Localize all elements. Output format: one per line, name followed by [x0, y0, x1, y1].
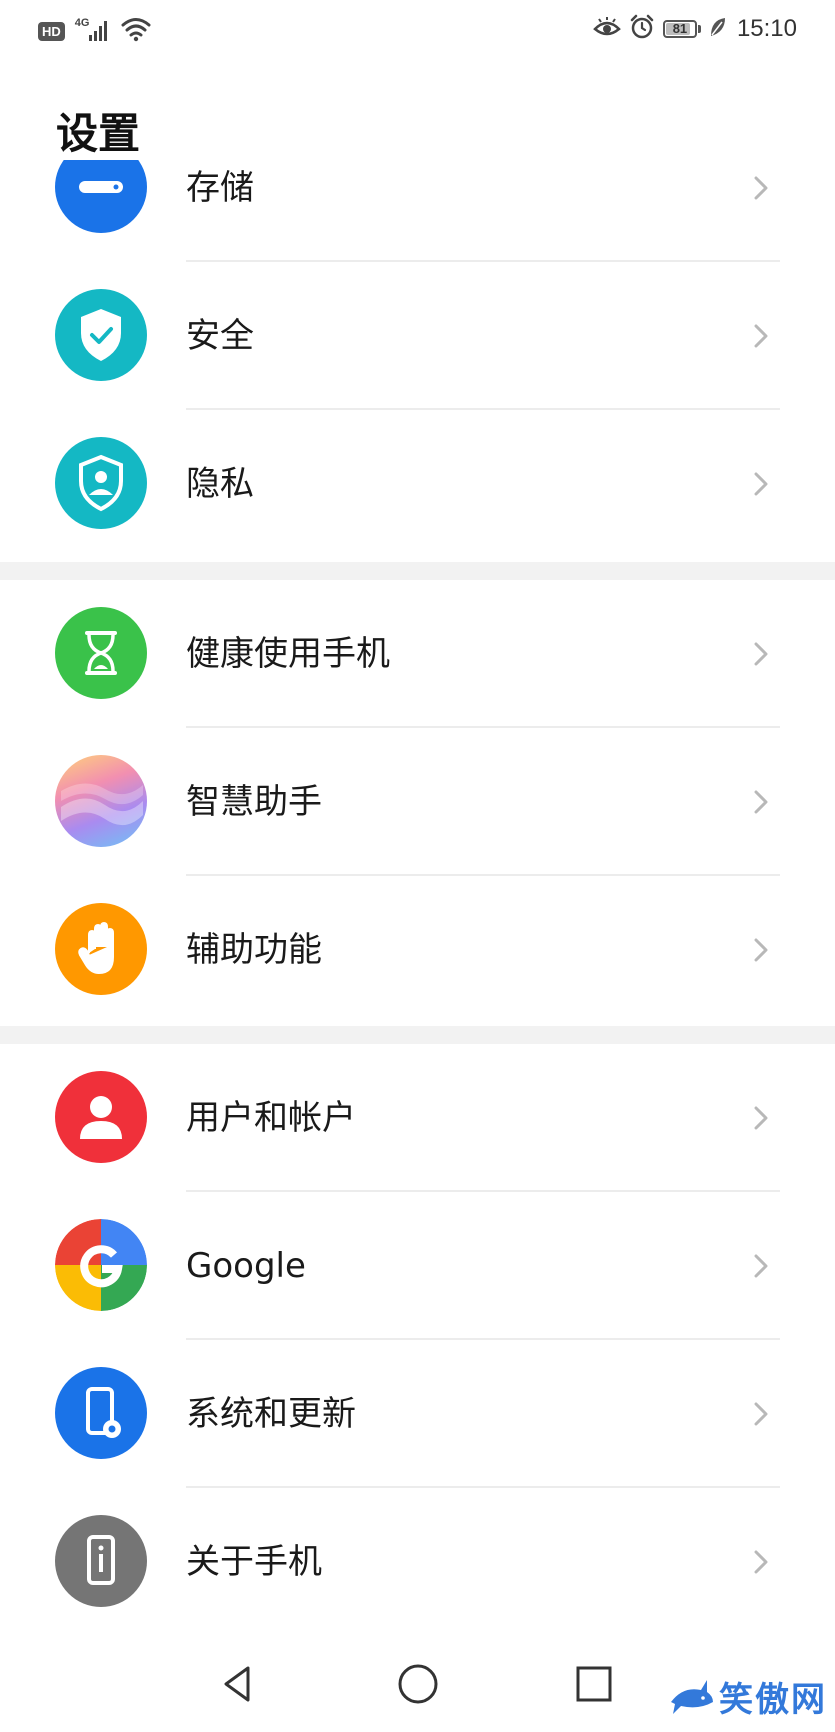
battery-level: 81 — [672, 21, 688, 36]
shield-check-icon — [55, 289, 147, 381]
chevron-right-icon — [754, 790, 768, 814]
hand-icon — [55, 903, 147, 995]
chevron-right-icon — [754, 1106, 768, 1130]
settings-item-label: 关于手机 — [186, 1542, 322, 1582]
settings-group-1: 存储 安全 隐私 — [0, 160, 835, 562]
eye-comfort-icon — [593, 15, 621, 43]
chevron-right-icon — [754, 324, 768, 348]
settings-item-label: 系统和更新 — [186, 1394, 356, 1434]
settings-item-label: Google — [186, 1246, 306, 1286]
chevron-right-icon — [754, 1402, 768, 1426]
cellular-signal-icon: 4G — [75, 17, 111, 45]
google-icon — [55, 1219, 147, 1311]
chevron-right-icon — [754, 472, 768, 496]
battery-icon: 81 — [662, 20, 701, 38]
chevron-right-icon — [754, 1254, 768, 1278]
settings-item-label: 安全 — [186, 316, 254, 356]
settings-item-label: 辅助功能 — [186, 930, 322, 970]
settings-item-about-phone[interactable]: 关于手机 — [0, 1488, 835, 1636]
watermark: 笑傲网 — [669, 1672, 827, 1721]
user-icon — [55, 1071, 147, 1163]
square-recents-icon[interactable] — [564, 1654, 624, 1714]
hourglass-icon — [55, 607, 147, 699]
circle-home-icon[interactable] — [388, 1654, 448, 1714]
settings-item-accessibility[interactable]: 辅助功能 — [0, 876, 835, 1024]
settings-item-label: 存储 — [186, 168, 254, 208]
settings-item-users-accounts[interactable]: 用户和帐户 — [0, 1044, 835, 1192]
group-separator — [0, 1026, 835, 1044]
triangle-back-icon[interactable] — [208, 1654, 268, 1714]
watermark-text: 笑傲网 — [719, 1680, 827, 1720]
settings-item-google[interactable]: Google — [0, 1192, 835, 1340]
network-type-label: 4G — [74, 17, 90, 29]
privacy-shield-icon — [55, 437, 147, 529]
settings-item-label: 智慧助手 — [186, 782, 322, 822]
chevron-right-icon — [754, 1550, 768, 1574]
settings-item-smart-assistant[interactable]: 智慧助手 — [0, 728, 835, 876]
settings-item-privacy[interactable]: 隐私 — [0, 410, 835, 558]
settings-item-storage[interactable]: 存储 — [0, 160, 835, 262]
settings-group-3: 用户和帐户 Google 系统和更新 关于手机 — [0, 1044, 835, 1636]
settings-item-label: 隐私 — [186, 464, 254, 504]
clock: 15:10 — [736, 15, 797, 42]
settings-item-label: 用户和帐户 — [186, 1098, 356, 1138]
storage-icon — [55, 160, 147, 233]
chevron-right-icon — [754, 642, 768, 666]
chevron-right-icon — [754, 938, 768, 962]
settings-item-digital-balance[interactable]: 健康使用手机 — [0, 580, 835, 728]
group-separator — [0, 562, 835, 580]
leaf-icon — [709, 16, 727, 42]
phone-info-icon — [55, 1515, 147, 1607]
settings-item-security[interactable]: 安全 — [0, 262, 835, 410]
assistant-icon — [55, 755, 147, 847]
phone-settings-icon — [55, 1367, 147, 1459]
hd-badge: HD — [38, 21, 65, 41]
status-bar: HD 4G 81 15:10 — [0, 0, 835, 62]
shark-logo-icon — [671, 1679, 713, 1714]
settings-item-system-updates[interactable]: 系统和更新 — [0, 1340, 835, 1488]
chevron-right-icon — [754, 176, 768, 200]
alarm-icon — [629, 14, 655, 44]
wifi-icon — [121, 16, 151, 46]
page-title: 设置 — [56, 109, 141, 158]
settings-group-2: 健康使用手机 智慧助手 辅助功能 — [0, 580, 835, 1024]
settings-item-label: 健康使用手机 — [186, 634, 390, 674]
